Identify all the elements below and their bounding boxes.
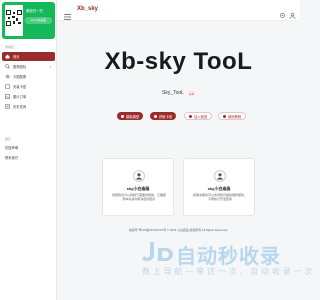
home-icon: [5, 54, 10, 59]
sidebar-item-hot-search[interactable]: 热搜声明: [2, 143, 55, 152]
get-key-button[interactable]: 获取卡密: [150, 112, 177, 120]
wechat-promo-card[interactable]: 微信扫一扫 sky小白庙画: [2, 2, 55, 39]
image-icon: [5, 94, 10, 99]
logo-icon: [142, 240, 174, 269]
sidebar-item-label: 热搜声明: [5, 146, 19, 150]
key-icon: [5, 84, 10, 89]
promo-pill[interactable]: sky小白庙画: [25, 17, 52, 24]
book-icon: [223, 114, 226, 118]
sidebar-item-label: 联系我们: [5, 156, 19, 160]
template-button[interactable]: 模板模型: [117, 112, 144, 120]
sidebar-section-label: 其它: [5, 137, 12, 141]
site-title: Xb_sky: [77, 6, 99, 12]
button-label: 加入频道: [194, 114, 208, 119]
template-icon: [121, 114, 124, 118]
top-header: Xb_sky: [57, 0, 300, 21]
settings-icon[interactable]: [279, 6, 286, 24]
card-text: 捐赠本服务可以支持我们继续维修服务，不再执行开发变换: [192, 193, 247, 202]
tutorial-button[interactable]: 使用教程: [218, 112, 247, 120]
promo-title: 微信扫一扫: [26, 9, 43, 13]
sidebar: 微信扫一扫 sky小白庙画 导航栏 首页 推荐图标 ▾ 卡图配置 安装卡密 图片…: [0, 0, 57, 300]
watermark-sub-text: 数 上 导 航 — 来 访 一 次 ， 自 动 收 录 一 次: [142, 267, 313, 276]
card-title: sky小白庙画: [126, 186, 150, 191]
sidebar-item-home[interactable]: 首页: [2, 52, 55, 61]
hero-subtitle: Sky_TooL: [162, 90, 184, 96]
chevron-down-icon: ▾: [49, 64, 51, 69]
sidebar-item-label: 安装卡密: [13, 85, 27, 89]
sidebar-item-label: 推荐图标: [13, 65, 27, 69]
sidebar-item-label: 历史查询: [13, 105, 27, 109]
hero-title: Xb-sky TooL: [104, 48, 253, 75]
button-label: 获取卡密: [159, 114, 173, 119]
menu-icon[interactable]: [64, 7, 71, 25]
avatar: [133, 170, 145, 182]
sidebar-item-label: 卡图配置: [13, 75, 27, 79]
sidebar-item-contact[interactable]: 联系我们: [2, 153, 55, 162]
profile-icon[interactable]: [289, 6, 296, 24]
version-badge: 2.0: [188, 91, 195, 96]
history-icon: [5, 104, 10, 109]
search-icon: [5, 64, 10, 69]
avatar: [214, 170, 226, 182]
button-label: 模板模型: [126, 114, 140, 119]
join-channel-button[interactable]: 加入频道: [184, 112, 213, 120]
sidebar-item-install-key[interactable]: 安装卡密: [2, 82, 55, 91]
sidebar-section-label: 导航栏: [5, 45, 15, 49]
sidebar-item-recommend[interactable]: 推荐图标 ▾: [2, 62, 55, 71]
footer-copyright: 备案号 粤ICP备2023XXXX号 © 2023 小白庙画 版权所有 All …: [129, 228, 228, 232]
watermark: 自动秒收录 数 上 导 航 — 来 访 一 次 ， 自 动 收 录 一 次: [142, 240, 312, 288]
sidebar-item-label: 图片订单: [13, 95, 27, 99]
channel-icon: [189, 114, 192, 118]
info-card[interactable]: sky小白庙画 捐赠我也可以捐献于需要的帮助，正确使用本站请勿取消您的图片: [102, 158, 174, 216]
sidebar-item-history[interactable]: 历史查询: [2, 102, 55, 111]
card-title: sky小白庙画: [207, 186, 231, 191]
sidebar-item-card-config[interactable]: 卡图配置: [2, 72, 55, 81]
button-label: 使用教程: [228, 114, 242, 119]
key-icon: [154, 114, 157, 118]
sidebar-item-label: 首页: [13, 55, 20, 59]
qr-code-icon: [5, 5, 23, 36]
watermark-main-text: 自动秒收录: [176, 246, 281, 268]
gear-icon: [5, 74, 10, 79]
card-text: 捐赠我也可以捐献于需要的帮助，正确使用本站请勿取消您的图片: [111, 193, 166, 202]
sidebar-item-orders[interactable]: 图片订单: [2, 92, 55, 101]
info-card[interactable]: sky小白庙画 捐赠本服务可以支持我们继续维修服务，不再执行开发变换: [183, 158, 255, 216]
